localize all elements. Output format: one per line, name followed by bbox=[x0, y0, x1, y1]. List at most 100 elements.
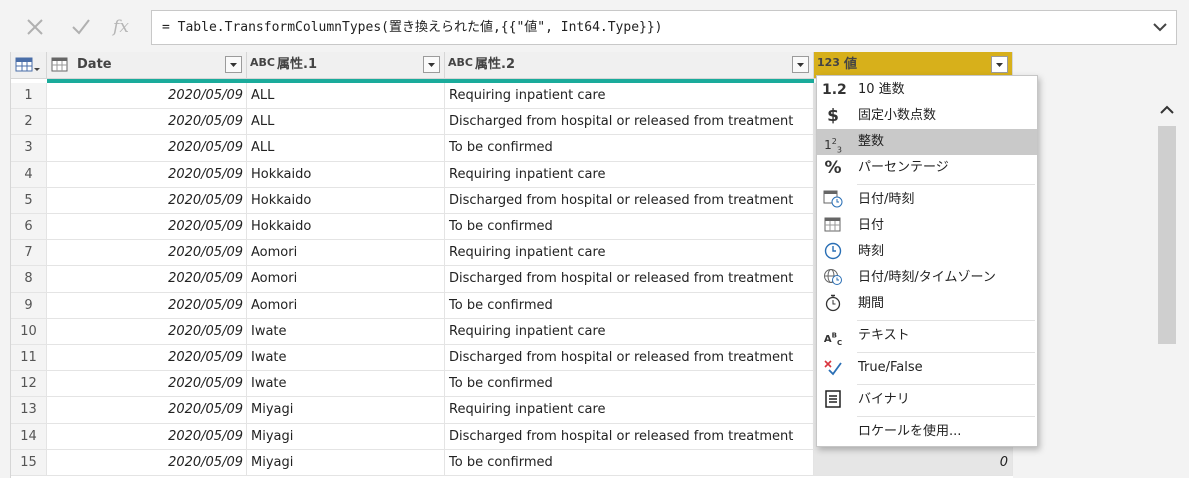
date-icon bbox=[822, 216, 844, 236]
cell-attr1[interactable]: Miyagi bbox=[247, 449, 445, 476]
cell-attr1[interactable]: Miyagi bbox=[247, 397, 445, 424]
cell-attr2[interactable]: Requiring inpatient care bbox=[445, 397, 814, 424]
scrollbar-thumb[interactable] bbox=[1158, 126, 1176, 344]
cell-attr2[interactable]: To be confirmed bbox=[445, 371, 814, 398]
cell-date[interactable]: 2020/05/09 bbox=[47, 397, 247, 424]
row-number[interactable]: 9 bbox=[11, 292, 47, 319]
cell-attr1[interactable]: Iwate bbox=[247, 345, 445, 372]
expand-formula-button[interactable] bbox=[1148, 15, 1172, 39]
cell-attr1[interactable]: Hokkaido bbox=[247, 161, 445, 188]
x-icon bbox=[27, 19, 43, 35]
row-number[interactable]: 2 bbox=[11, 109, 47, 136]
cell-date[interactable]: 2020/05/09 bbox=[47, 83, 247, 110]
menu-item-use-locale[interactable]: ロケールを使用... bbox=[817, 419, 1037, 445]
menu-item-time[interactable]: 時刻 bbox=[817, 239, 1037, 265]
row-number[interactable]: 12 bbox=[11, 371, 47, 398]
cell-attr2[interactable]: Discharged from hospital or released fro… bbox=[445, 423, 814, 450]
cell-attr2[interactable]: To be confirmed bbox=[445, 449, 814, 476]
cell-attr2[interactable]: Requiring inpatient care bbox=[445, 161, 814, 188]
cell-attr1[interactable]: ALL bbox=[247, 109, 445, 136]
cell-attr1[interactable]: Hokkaido bbox=[247, 187, 445, 214]
cell-attr2[interactable]: Discharged from hospital or released fro… bbox=[445, 109, 814, 136]
cell-attr2[interactable]: Discharged from hospital or released fro… bbox=[445, 345, 814, 372]
cell-date[interactable]: 2020/05/09 bbox=[47, 345, 247, 372]
cell-date[interactable]: 2020/05/09 bbox=[47, 161, 247, 188]
cell-attr1[interactable]: Aomori bbox=[247, 292, 445, 319]
menu-item-timezone[interactable]: 日付/時刻/タイムゾーン bbox=[817, 265, 1037, 291]
row-number[interactable]: 13 bbox=[11, 397, 47, 424]
insert-function-button[interactable]: fx bbox=[106, 12, 136, 42]
cell-date[interactable]: 2020/05/09 bbox=[47, 240, 247, 267]
chevron-down-icon bbox=[428, 63, 435, 67]
cell-date[interactable]: 2020/05/09 bbox=[47, 187, 247, 214]
cell-attr1[interactable]: Aomori bbox=[247, 266, 445, 293]
cell-attr1[interactable]: Iwate bbox=[247, 318, 445, 345]
menu-item-datetime[interactable]: 日付/時刻 bbox=[817, 187, 1037, 213]
cell-attr1[interactable]: ALL bbox=[247, 135, 445, 162]
cell-attr2[interactable]: To be confirmed bbox=[445, 214, 814, 241]
cell-attr2[interactable]: To be confirmed bbox=[445, 135, 814, 162]
row-number[interactable]: 6 bbox=[11, 214, 47, 241]
cell-date[interactable]: 2020/05/09 bbox=[47, 449, 247, 476]
menu-separator bbox=[857, 184, 1035, 185]
cell-value[interactable]: 0 bbox=[814, 449, 1013, 476]
column-header-date[interactable]: Date bbox=[47, 52, 247, 79]
column-filter-button[interactable] bbox=[423, 56, 440, 73]
menu-item-binary[interactable]: バイナリ bbox=[817, 387, 1037, 413]
cell-attr2[interactable]: Requiring inpatient care bbox=[445, 83, 814, 110]
table-row[interactable]: 15 2020/05/09 Miyagi To be confirmed 0 bbox=[11, 449, 1014, 476]
column-filter-button[interactable] bbox=[225, 56, 242, 73]
formula-input[interactable]: = Table.TransformColumnTypes(置き換えられた値,{{… bbox=[151, 10, 1177, 45]
formula-text[interactable]: = Table.TransformColumnTypes(置き換えられた値,{{… bbox=[162, 11, 663, 44]
row-number[interactable]: 15 bbox=[11, 449, 47, 476]
row-number[interactable]: 5 bbox=[11, 187, 47, 214]
cell-attr2[interactable]: To be confirmed bbox=[445, 292, 814, 319]
row-number[interactable]: 11 bbox=[11, 345, 47, 372]
chevron-up-icon bbox=[1160, 105, 1174, 114]
text-type-icon: ABC bbox=[250, 56, 275, 69]
column-filter-button[interactable] bbox=[991, 56, 1008, 73]
column-header-attr2[interactable]: ABC 属性.2 bbox=[445, 52, 814, 79]
menu-item-decimal[interactable]: 1.2 10 進数 bbox=[817, 77, 1037, 103]
row-number[interactable]: 10 bbox=[11, 318, 47, 345]
cell-attr1[interactable]: Hokkaido bbox=[247, 214, 445, 241]
menu-item-label: 日付/時刻/タイムゾーン bbox=[858, 270, 996, 285]
row-number[interactable]: 7 bbox=[11, 240, 47, 267]
row-number[interactable]: 14 bbox=[11, 423, 47, 450]
menu-item-duration[interactable]: 期間 bbox=[817, 291, 1037, 317]
cell-date[interactable]: 2020/05/09 bbox=[47, 109, 247, 136]
row-number[interactable]: 8 bbox=[11, 266, 47, 293]
cell-date[interactable]: 2020/05/09 bbox=[47, 135, 247, 162]
cell-attr2[interactable]: Requiring inpatient care bbox=[445, 318, 814, 345]
cell-date[interactable]: 2020/05/09 bbox=[47, 318, 247, 345]
table-options-button[interactable] bbox=[11, 52, 47, 79]
cell-date[interactable]: 2020/05/09 bbox=[47, 292, 247, 319]
menu-item-date[interactable]: 日付 bbox=[817, 213, 1037, 239]
cancel-formula-button[interactable] bbox=[20, 12, 50, 42]
cell-attr2[interactable]: Discharged from hospital or released fro… bbox=[445, 187, 814, 214]
row-number[interactable]: 1 bbox=[11, 83, 47, 110]
column-header-attr1[interactable]: ABC 属性.1 bbox=[247, 52, 445, 79]
cell-date[interactable]: 2020/05/09 bbox=[47, 371, 247, 398]
cell-date[interactable]: 2020/05/09 bbox=[47, 214, 247, 241]
column-filter-button[interactable] bbox=[792, 56, 809, 73]
cell-attr1[interactable]: Miyagi bbox=[247, 423, 445, 450]
menu-item-currency[interactable]: $ 固定小数点数 bbox=[817, 103, 1037, 129]
cell-attr1[interactable]: Iwate bbox=[247, 371, 445, 398]
menu-item-percent[interactable]: % パーセンテージ bbox=[817, 155, 1037, 181]
menu-item-integer[interactable]: 123 整数 bbox=[817, 129, 1037, 155]
cell-attr2[interactable]: Requiring inpatient care bbox=[445, 240, 814, 267]
row-number[interactable]: 3 bbox=[11, 135, 47, 162]
cell-attr1[interactable]: ALL bbox=[247, 83, 445, 110]
commit-formula-button[interactable] bbox=[66, 12, 96, 42]
menu-item-label: テキスト bbox=[858, 328, 910, 343]
cell-attr2[interactable]: Discharged from hospital or released fro… bbox=[445, 266, 814, 293]
scroll-up-button[interactable] bbox=[1156, 100, 1178, 120]
row-number[interactable]: 4 bbox=[11, 161, 47, 188]
chevron-down-icon bbox=[230, 63, 237, 67]
menu-item-text[interactable]: ABC テキスト bbox=[817, 323, 1037, 349]
cell-date[interactable]: 2020/05/09 bbox=[47, 266, 247, 293]
cell-date[interactable]: 2020/05/09 bbox=[47, 423, 247, 450]
cell-attr1[interactable]: Aomori bbox=[247, 240, 445, 267]
menu-item-truefalse[interactable]: True/False bbox=[817, 355, 1037, 381]
